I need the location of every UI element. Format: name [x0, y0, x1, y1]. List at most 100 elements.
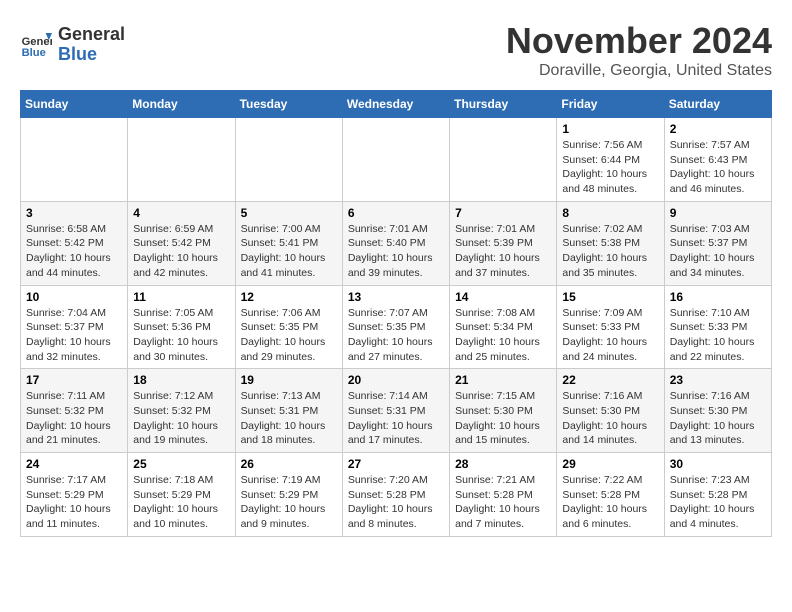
- weekday-header-wednesday: Wednesday: [342, 91, 449, 118]
- day-number: 10: [26, 290, 122, 304]
- day-info: Sunrise: 7:17 AM Sunset: 5:29 PM Dayligh…: [26, 473, 122, 532]
- calendar-cell: 15 Sunrise: 7:09 AM Sunset: 5:33 PM Dayli…: [557, 285, 664, 369]
- day-info: Sunrise: 7:13 AM Sunset: 5:31 PM Dayligh…: [241, 389, 337, 448]
- calendar-cell: 4Sunrise: 6:59 AM Sunset: 5:42 PM Daylig…: [128, 201, 235, 285]
- day-info: Sunrise: 7:07 AM Sunset: 5:35 PM Dayligh…: [348, 306, 444, 365]
- calendar-cell: 11 Sunrise: 7:05 AM Sunset: 5:36 PM Dayli…: [128, 285, 235, 369]
- day-number: 29: [562, 457, 658, 471]
- calendar-cell: 16Sunrise: 7:10 AM Sunset: 5:33 PM Dayli…: [664, 285, 771, 369]
- day-info: Sunrise: 7:05 AM Sunset: 5:36 PM Dayligh…: [133, 306, 229, 365]
- day-info: Sunrise: 7:11 AM Sunset: 5:32 PM Dayligh…: [26, 389, 122, 448]
- day-number: 15: [562, 290, 658, 304]
- day-number: 14: [455, 290, 551, 304]
- calendar-cell: 20 Sunrise: 7:14 AM Sunset: 5:31 PM Dayli…: [342, 369, 449, 453]
- calendar-cell: 29 Sunrise: 7:22 AM Sunset: 5:28 PM Dayli…: [557, 453, 664, 537]
- logo-text: General Blue: [58, 25, 125, 65]
- day-number: 9: [670, 206, 766, 220]
- calendar-cell: 28 Sunrise: 7:21 AM Sunset: 5:28 PM Dayli…: [450, 453, 557, 537]
- logo-icon: General Blue: [20, 29, 52, 61]
- day-info: Sunrise: 7:18 AM Sunset: 5:29 PM Dayligh…: [133, 473, 229, 532]
- weekday-header-thursday: Thursday: [450, 91, 557, 118]
- calendar-cell: 24 Sunrise: 7:17 AM Sunset: 5:29 PM Dayli…: [21, 453, 128, 537]
- day-number: 1: [562, 122, 658, 136]
- calendar-week-5: 24 Sunrise: 7:17 AM Sunset: 5:29 PM Dayli…: [21, 453, 772, 537]
- day-info: Sunrise: 7:12 AM Sunset: 5:32 PM Dayligh…: [133, 389, 229, 448]
- logo-general: General: [58, 25, 125, 45]
- weekday-header-friday: Friday: [557, 91, 664, 118]
- day-number: 4: [133, 206, 229, 220]
- day-info: Sunrise: 7:00 AM Sunset: 5:41 PM Dayligh…: [241, 222, 337, 281]
- day-info: Sunrise: 7:21 AM Sunset: 5:28 PM Dayligh…: [455, 473, 551, 532]
- calendar-cell: 19 Sunrise: 7:13 AM Sunset: 5:31 PM Dayli…: [235, 369, 342, 453]
- calendar-cell: 6 Sunrise: 7:01 AM Sunset: 5:40 PM Daylig…: [342, 201, 449, 285]
- logo-blue: Blue: [58, 45, 125, 65]
- calendar-cell: [450, 118, 557, 202]
- calendar-cell: 30 Sunrise: 7:23 AM Sunset: 5:28 PM Dayli…: [664, 453, 771, 537]
- calendar-table: SundayMondayTuesdayWednesdayThursdayFrid…: [20, 90, 772, 537]
- day-info: Sunrise: 7:15 AM Sunset: 5:30 PM Dayligh…: [455, 389, 551, 448]
- svg-text:Blue: Blue: [22, 47, 46, 59]
- day-number: 23: [670, 373, 766, 387]
- day-info: Sunrise: 7:19 AM Sunset: 5:29 PM Dayligh…: [241, 473, 337, 532]
- day-number: 20: [348, 373, 444, 387]
- calendar-week-3: 10Sunrise: 7:04 AM Sunset: 5:37 PM Dayli…: [21, 285, 772, 369]
- day-number: 7: [455, 206, 551, 220]
- day-number: 16: [670, 290, 766, 304]
- day-info: Sunrise: 7:09 AM Sunset: 5:33 PM Dayligh…: [562, 306, 658, 365]
- calendar-cell: 10Sunrise: 7:04 AM Sunset: 5:37 PM Dayli…: [21, 285, 128, 369]
- calendar-cell: 2Sunrise: 7:57 AM Sunset: 6:43 PM Daylig…: [664, 118, 771, 202]
- day-info: Sunrise: 7:22 AM Sunset: 5:28 PM Dayligh…: [562, 473, 658, 532]
- day-number: 26: [241, 457, 337, 471]
- day-number: 19: [241, 373, 337, 387]
- day-info: Sunrise: 7:20 AM Sunset: 5:28 PM Dayligh…: [348, 473, 444, 532]
- calendar-cell: 5Sunrise: 7:00 AM Sunset: 5:41 PM Daylig…: [235, 201, 342, 285]
- day-info: Sunrise: 7:02 AM Sunset: 5:38 PM Dayligh…: [562, 222, 658, 281]
- month-title: November 2024: [506, 20, 772, 62]
- day-number: 11: [133, 290, 229, 304]
- weekday-header-saturday: Saturday: [664, 91, 771, 118]
- day-info: Sunrise: 7:03 AM Sunset: 5:37 PM Dayligh…: [670, 222, 766, 281]
- day-number: 21: [455, 373, 551, 387]
- day-number: 6: [348, 206, 444, 220]
- day-info: Sunrise: 7:16 AM Sunset: 5:30 PM Dayligh…: [670, 389, 766, 448]
- day-info: Sunrise: 7:06 AM Sunset: 5:35 PM Dayligh…: [241, 306, 337, 365]
- calendar-cell: 9 Sunrise: 7:03 AM Sunset: 5:37 PM Daylig…: [664, 201, 771, 285]
- title-block: November 2024 Doraville, Georgia, United…: [506, 20, 772, 80]
- calendar-cell: [342, 118, 449, 202]
- location: Doraville, Georgia, United States: [506, 62, 772, 80]
- day-number: 28: [455, 457, 551, 471]
- day-number: 12: [241, 290, 337, 304]
- day-number: 17: [26, 373, 122, 387]
- day-number: 24: [26, 457, 122, 471]
- weekday-header-tuesday: Tuesday: [235, 91, 342, 118]
- calendar-cell: 13 Sunrise: 7:07 AM Sunset: 5:35 PM Dayli…: [342, 285, 449, 369]
- calendar-cell: 7 Sunrise: 7:01 AM Sunset: 5:39 PM Daylig…: [450, 201, 557, 285]
- day-number: 3: [26, 206, 122, 220]
- weekday-header-monday: Monday: [128, 91, 235, 118]
- calendar-week-1: 1 Sunrise: 7:56 AM Sunset: 6:44 PM Daylig…: [21, 118, 772, 202]
- day-info: Sunrise: 7:56 AM Sunset: 6:44 PM Dayligh…: [562, 138, 658, 197]
- day-number: 27: [348, 457, 444, 471]
- day-info: Sunrise: 7:01 AM Sunset: 5:40 PM Dayligh…: [348, 222, 444, 281]
- day-info: Sunrise: 7:01 AM Sunset: 5:39 PM Dayligh…: [455, 222, 551, 281]
- calendar-cell: 1 Sunrise: 7:56 AM Sunset: 6:44 PM Daylig…: [557, 118, 664, 202]
- day-number: 13: [348, 290, 444, 304]
- day-info: Sunrise: 7:14 AM Sunset: 5:31 PM Dayligh…: [348, 389, 444, 448]
- calendar-cell: 23 Sunrise: 7:16 AM Sunset: 5:30 PM Dayli…: [664, 369, 771, 453]
- day-info: Sunrise: 6:58 AM Sunset: 5:42 PM Dayligh…: [26, 222, 122, 281]
- calendar-cell: 21 Sunrise: 7:15 AM Sunset: 5:30 PM Dayli…: [450, 369, 557, 453]
- day-info: Sunrise: 7:57 AM Sunset: 6:43 PM Dayligh…: [670, 138, 766, 197]
- calendar-body: 1 Sunrise: 7:56 AM Sunset: 6:44 PM Daylig…: [21, 118, 772, 537]
- calendar-week-4: 17 Sunrise: 7:11 AM Sunset: 5:32 PM Dayli…: [21, 369, 772, 453]
- day-info: Sunrise: 7:23 AM Sunset: 5:28 PM Dayligh…: [670, 473, 766, 532]
- calendar-cell: 26 Sunrise: 7:19 AM Sunset: 5:29 PM Dayli…: [235, 453, 342, 537]
- day-number: 30: [670, 457, 766, 471]
- calendar-header: SundayMondayTuesdayWednesdayThursdayFrid…: [21, 91, 772, 118]
- calendar-cell: [235, 118, 342, 202]
- calendar-cell: 8Sunrise: 7:02 AM Sunset: 5:38 PM Daylig…: [557, 201, 664, 285]
- weekday-header-row: SundayMondayTuesdayWednesdayThursdayFrid…: [21, 91, 772, 118]
- day-info: Sunrise: 7:08 AM Sunset: 5:34 PM Dayligh…: [455, 306, 551, 365]
- day-number: 25: [133, 457, 229, 471]
- day-number: 22: [562, 373, 658, 387]
- calendar-cell: 18Sunrise: 7:12 AM Sunset: 5:32 PM Dayli…: [128, 369, 235, 453]
